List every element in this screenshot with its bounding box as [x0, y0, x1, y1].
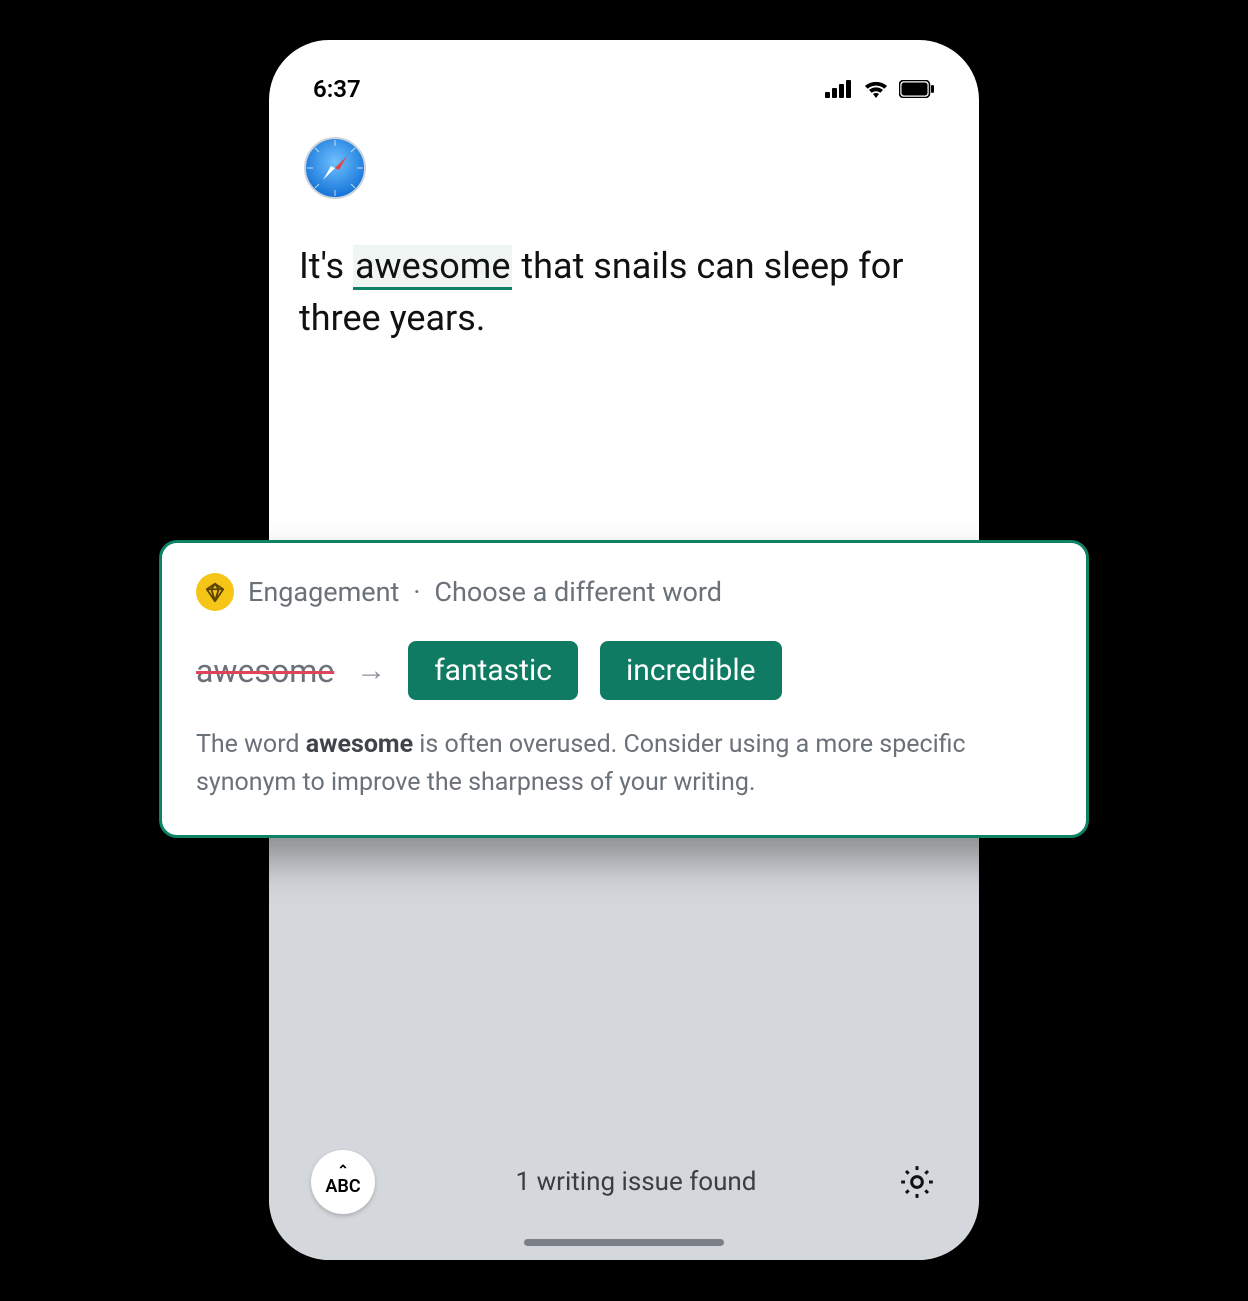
original-word: awesome: [196, 652, 334, 690]
keyboard-switch-button[interactable]: ⌃ ABC: [311, 1150, 375, 1214]
safari-icon: [303, 136, 367, 200]
status-bar: 6:37: [269, 40, 979, 110]
gear-icon: [897, 1162, 937, 1202]
sentence[interactable]: It's awesome that snails can sleep for t…: [299, 240, 949, 344]
wifi-icon: [863, 79, 889, 99]
suggestion-chip-1[interactable]: fantastic: [408, 641, 578, 700]
card-header: Engagement · Choose a different word: [196, 573, 1052, 611]
suggestion-chip-2[interactable]: incredible: [600, 641, 782, 700]
chevron-up-icon: ⌃: [337, 1167, 349, 1175]
settings-button[interactable]: [897, 1162, 937, 1202]
card-separator: ·: [413, 576, 420, 608]
suggestion-row: awesome → fantastic incredible: [196, 641, 1052, 700]
battery-icon: [899, 80, 935, 98]
issues-summary[interactable]: 1 writing issue found: [516, 1167, 757, 1197]
card-category: Engagement: [248, 576, 399, 608]
phone-frame: 6:37 It's awesome th: [269, 40, 979, 1260]
arrow-right-icon: →: [356, 653, 386, 688]
status-icons: [825, 79, 935, 99]
home-indicator[interactable]: [524, 1239, 724, 1246]
keyboard-area: ⌃ ABC 1 writing issue found: [269, 830, 979, 1260]
suggestion-card: Engagement · Choose a different word awe…: [159, 540, 1089, 838]
cellular-icon: [825, 80, 853, 98]
card-tip: Choose a different word: [434, 576, 722, 608]
sentence-pre: It's: [299, 245, 353, 287]
abc-label: ABC: [325, 1176, 360, 1197]
premium-badge-icon: [196, 573, 234, 611]
highlighted-word[interactable]: awesome: [353, 245, 513, 290]
card-description: The word awesome is often overused. Cons…: [196, 726, 1052, 801]
status-time: 6:37: [313, 75, 361, 103]
